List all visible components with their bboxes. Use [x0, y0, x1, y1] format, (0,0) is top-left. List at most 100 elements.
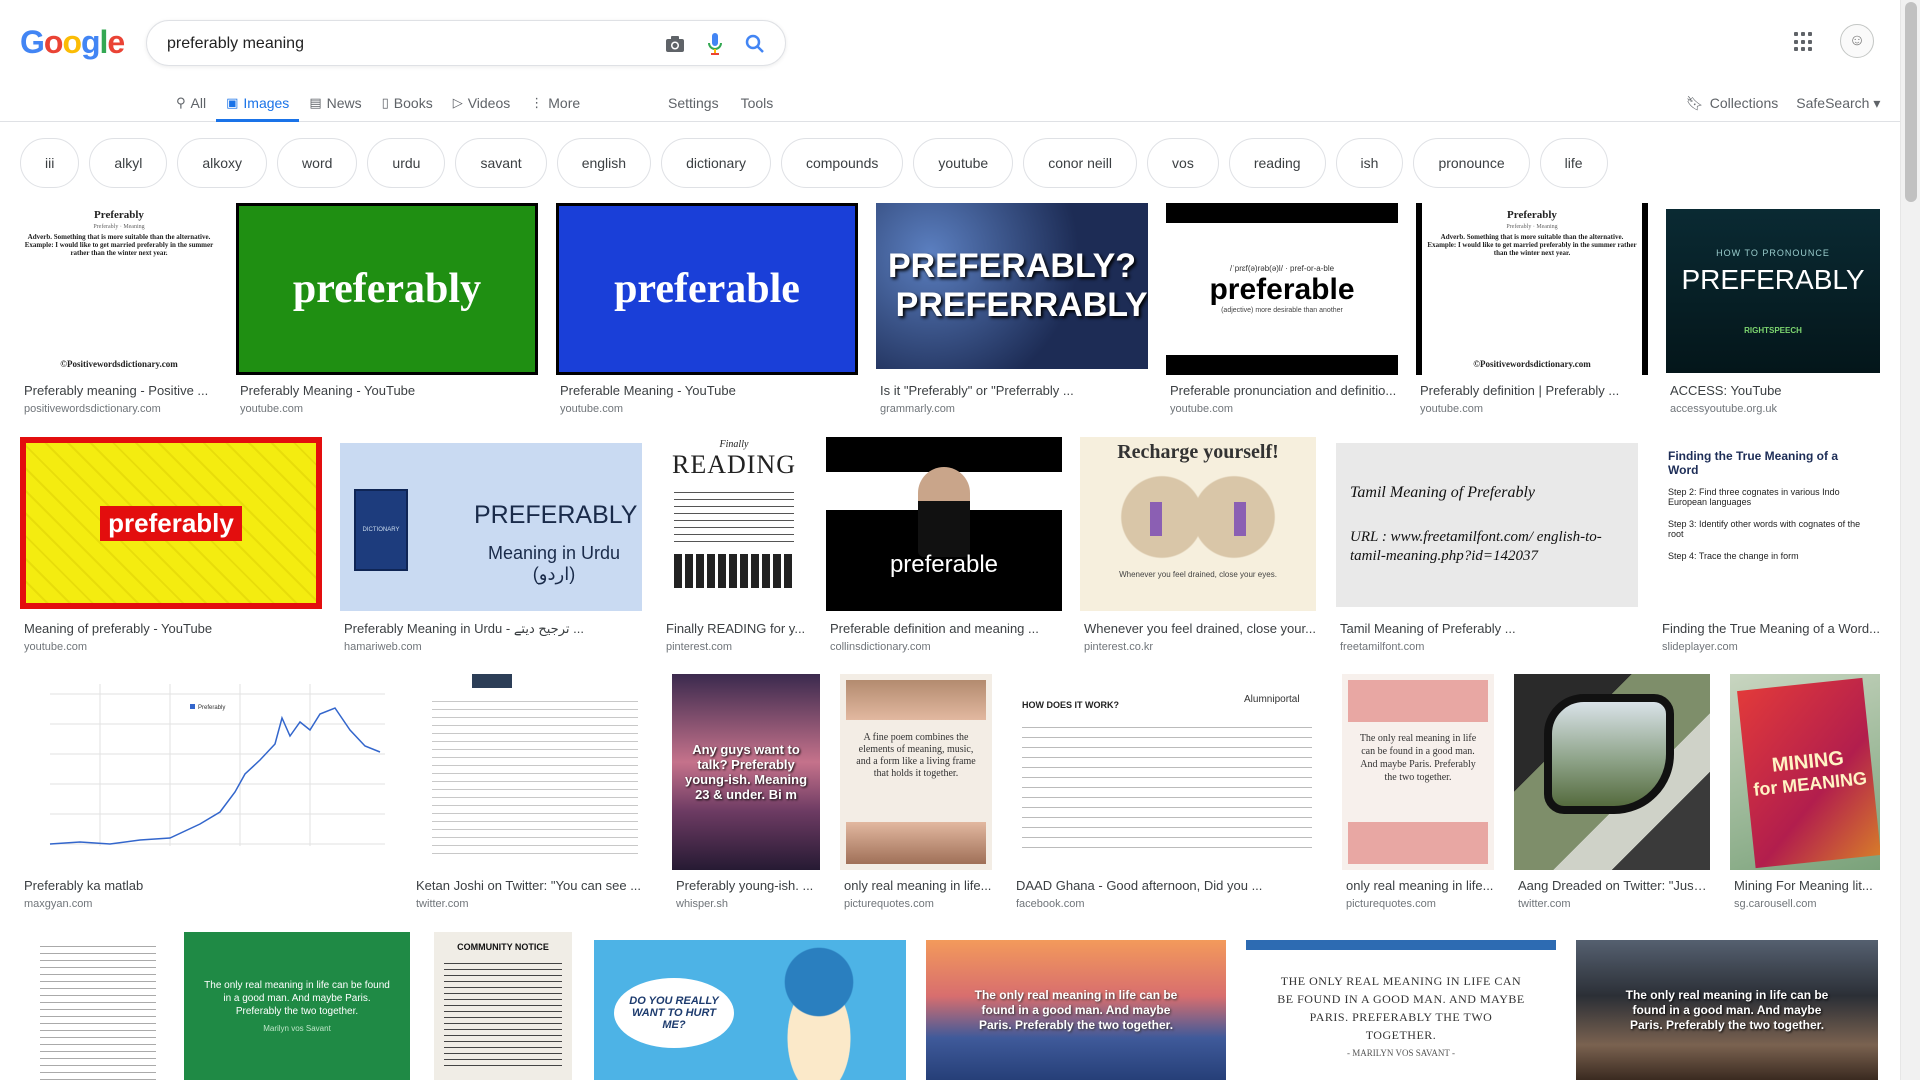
image-result[interactable]: COMMUNITY NOTICE: [434, 932, 572, 1080]
image-result[interactable]: Aang Dreaded on Twitter: "Just ... twitt…: [1514, 674, 1710, 914]
result-caption[interactable]: Preferable definition and meaning ...: [830, 621, 1062, 636]
result-thumbnail[interactable]: Finding the True Meaning of a Word Step …: [1658, 437, 1880, 611]
image-result[interactable]: Finally READING Finally READING for y...…: [662, 437, 806, 657]
image-result[interactable]: Ketan Joshi on Twitter: "You can see ...…: [412, 674, 654, 914]
result-source[interactable]: accessyoutube.org.uk: [1670, 403, 1880, 415]
image-result[interactable]: Tamil Meaning of Preferably URL : www.fr…: [1336, 437, 1638, 657]
result-source[interactable]: twitter.com: [416, 898, 654, 910]
result-source[interactable]: youtube.com: [24, 641, 322, 653]
result-thumbnail[interactable]: Preferably Preferably · Meaning Adverb. …: [20, 203, 218, 375]
result-source[interactable]: sg.carousell.com: [1734, 898, 1880, 910]
result-caption[interactable]: ACCESS: YouTube: [1670, 383, 1880, 398]
result-caption[interactable]: Preferably meaning - Positive ...: [24, 383, 218, 398]
result-source[interactable]: youtube.com: [560, 403, 858, 415]
image-result[interactable]: Preferably Preferably · Meaning Adverb. …: [1416, 203, 1648, 423]
image-result[interactable]: HOW DOES IT WORK? Alumniportal DAAD Ghan…: [1012, 674, 1322, 914]
result-caption[interactable]: Aang Dreaded on Twitter: "Just ...: [1518, 878, 1710, 893]
result-caption[interactable]: Finally READING for y...: [666, 621, 806, 636]
result-source[interactable]: whisper.sh: [676, 898, 820, 910]
image-result[interactable]: preferably Preferably Meaning - YouTube …: [236, 203, 538, 423]
result-caption[interactable]: Preferable Meaning - YouTube: [560, 383, 858, 398]
result-thumbnail[interactable]: [1514, 674, 1710, 870]
result-source[interactable]: slideplayer.com: [1662, 641, 1880, 653]
result-caption[interactable]: Preferably ka matlab: [24, 878, 392, 893]
result-caption[interactable]: Preferably Meaning - YouTube: [240, 383, 538, 398]
result-thumbnail[interactable]: The only real meaning in life can be fou…: [184, 932, 410, 1080]
result-caption[interactable]: Finding the True Meaning of a Word...: [1662, 621, 1880, 636]
result-thumbnail[interactable]: preferably: [236, 203, 538, 375]
image-result[interactable]: preferable Preferable Meaning - YouTube …: [556, 203, 858, 423]
result-thumbnail[interactable]: Preferably: [20, 674, 392, 870]
image-result[interactable]: PREFERABLY? PREFERRABLY? Is it "Preferab…: [876, 203, 1148, 423]
result-caption[interactable]: Preferably young-ish. ...: [676, 878, 820, 893]
result-thumbnail[interactable]: [412, 674, 654, 870]
result-caption[interactable]: Preferably Meaning in Urdu - ترجیح دیتے …: [344, 621, 642, 637]
result-thumbnail[interactable]: HOW TO PRONOUNCE PREFERABLY RIGHTSPEECH: [1666, 209, 1880, 373]
result-thumbnail[interactable]: HOW DOES IT WORK? Alumniportal: [1012, 674, 1322, 870]
result-thumbnail[interactable]: MINING for MEANING: [1730, 674, 1880, 870]
result-source[interactable]: youtube.com: [240, 403, 538, 415]
result-source[interactable]: pinterest.co.kr: [1084, 641, 1316, 653]
image-result[interactable]: DICTIONARY PREFERABLY Meaning in Urdu (ا…: [340, 437, 642, 657]
result-thumbnail[interactable]: The only real meaning in life can be fou…: [1576, 940, 1878, 1080]
result-thumbnail[interactable]: Preferably Preferably · Meaning Adverb. …: [1416, 203, 1648, 375]
result-thumbnail[interactable]: A fine poem combines the elements of mea…: [840, 674, 992, 870]
result-thumbnail[interactable]: The only real meaning in life can be fou…: [1342, 674, 1494, 870]
image-result[interactable]: [20, 932, 166, 1080]
result-source[interactable]: youtube.com: [1420, 403, 1648, 415]
scrollbar-thumb[interactable]: [1905, 2, 1917, 202]
result-thumbnail[interactable]: DICTIONARY PREFERABLY Meaning in Urdu (ا…: [340, 443, 642, 611]
image-result[interactable]: The only real meaning in life can be fou…: [926, 940, 1226, 1080]
result-thumbnail[interactable]: DO YOU REALLY WANT TO HURT ME?: [594, 940, 906, 1080]
result-source[interactable]: grammarly.com: [880, 403, 1148, 415]
image-result[interactable]: MINING for MEANING Mining For Meaning li…: [1730, 674, 1880, 914]
result-caption[interactable]: Whenever you feel drained, close your...: [1084, 621, 1316, 636]
result-thumbnail[interactable]: [20, 932, 166, 1080]
result-source[interactable]: hamariweb.com: [344, 641, 642, 653]
result-source[interactable]: twitter.com: [1518, 898, 1710, 910]
image-result[interactable]: Finding the True Meaning of a Word Step …: [1658, 437, 1880, 657]
result-caption[interactable]: Meaning of preferably - YouTube: [24, 621, 322, 636]
page-scrollbar[interactable]: [1900, 0, 1920, 1080]
result-caption[interactable]: Preferable pronunciation and definitio..…: [1170, 383, 1398, 398]
result-caption[interactable]: Mining For Meaning lit...: [1734, 878, 1880, 893]
result-source[interactable]: pinterest.com: [666, 641, 806, 653]
result-thumbnail[interactable]: Any guys want to talk? Preferably young-…: [672, 674, 820, 870]
image-result[interactable]: Preferably Preferably ka matlab maxgyan.…: [20, 674, 392, 914]
result-source[interactable]: picturequotes.com: [844, 898, 992, 910]
result-source[interactable]: picturequotes.com: [1346, 898, 1494, 910]
result-caption[interactable]: only real meaning in life...: [1346, 878, 1494, 893]
result-caption[interactable]: DAAD Ghana - Good afternoon, Did you ...: [1016, 878, 1322, 893]
result-thumbnail[interactable]: Recharge yourself! Whenever you feel dra…: [1080, 437, 1316, 611]
image-result[interactable]: THE ONLY REAL MEANING IN LIFE CAN BE FOU…: [1246, 940, 1556, 1080]
result-thumbnail[interactable]: THE ONLY REAL MEANING IN LIFE CAN BE FOU…: [1246, 940, 1556, 1080]
result-source[interactable]: collinsdictionary.com: [830, 641, 1062, 653]
result-source[interactable]: youtube.com: [1170, 403, 1398, 415]
result-source[interactable]: maxgyan.com: [24, 898, 392, 910]
result-thumbnail[interactable]: COMMUNITY NOTICE: [434, 932, 572, 1080]
image-result[interactable]: preferably Meaning of preferably - YouTu…: [20, 437, 322, 657]
result-thumbnail[interactable]: preferably: [20, 437, 322, 609]
result-source[interactable]: positivewordsdictionary.com: [24, 403, 218, 415]
result-caption[interactable]: only real meaning in life...: [844, 878, 992, 893]
image-result[interactable]: The only real meaning in life can be fou…: [1576, 940, 1878, 1080]
image-result[interactable]: A fine poem combines the elements of mea…: [840, 674, 992, 914]
result-caption[interactable]: Preferably definition | Preferably ...: [1420, 383, 1648, 398]
result-thumbnail[interactable]: The only real meaning in life can be fou…: [926, 940, 1226, 1080]
image-result[interactable]: /ˈprɛf(ə)rəb(ə)l/ · pref-or-a-ble prefer…: [1166, 203, 1398, 423]
result-source[interactable]: freetamilfont.com: [1340, 641, 1638, 653]
result-source[interactable]: facebook.com: [1016, 898, 1322, 910]
image-result[interactable]: Recharge yourself! Whenever you feel dra…: [1080, 437, 1316, 657]
result-thumbnail[interactable]: PREFERABLY? PREFERRABLY?: [876, 203, 1148, 369]
result-thumbnail[interactable]: preferable: [826, 437, 1062, 611]
image-result[interactable]: Preferably Preferably · Meaning Adverb. …: [20, 203, 218, 423]
image-result[interactable]: The only real meaning in life can be fou…: [184, 932, 410, 1080]
result-thumbnail[interactable]: preferable: [556, 203, 858, 375]
image-result[interactable]: HOW TO PRONOUNCE PREFERABLY RIGHTSPEECH …: [1666, 203, 1880, 423]
image-result[interactable]: Any guys want to talk? Preferably young-…: [672, 674, 820, 914]
result-caption[interactable]: Tamil Meaning of Preferably ...: [1340, 621, 1638, 636]
image-result[interactable]: The only real meaning in life can be fou…: [1342, 674, 1494, 914]
result-thumbnail[interactable]: Tamil Meaning of Preferably URL : www.fr…: [1336, 443, 1638, 607]
result-caption[interactable]: Ketan Joshi on Twitter: "You can see ...: [416, 878, 654, 893]
image-result[interactable]: preferable Preferable definition and mea…: [826, 437, 1062, 657]
